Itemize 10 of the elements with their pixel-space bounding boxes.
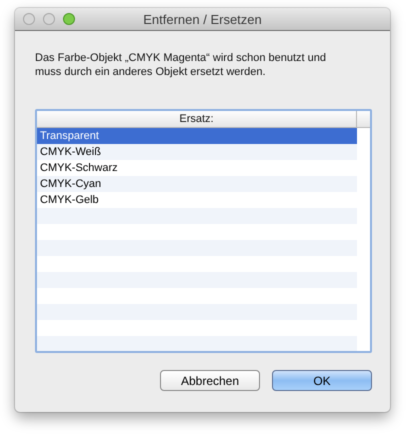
ok-button[interactable]: OK	[272, 370, 372, 391]
list-row[interactable]: Transparent	[37, 128, 357, 144]
zoom-icon[interactable]	[63, 13, 75, 25]
close-icon[interactable]	[23, 13, 35, 25]
window-title: Entfernen / Ersetzen	[143, 12, 262, 26]
list-row[interactable]: CMYK-Cyan	[37, 176, 357, 192]
message-text: Das Farbe-Objekt „CMYK Magenta“ wird schon benutzt und muss durch ein anderes Objekt ersetzt werden.	[35, 51, 328, 79]
list-row[interactable]: CMYK-Weiß	[37, 144, 357, 160]
minimize-icon[interactable]	[43, 13, 55, 25]
cancel-button[interactable]: Abbrechen	[160, 370, 260, 391]
